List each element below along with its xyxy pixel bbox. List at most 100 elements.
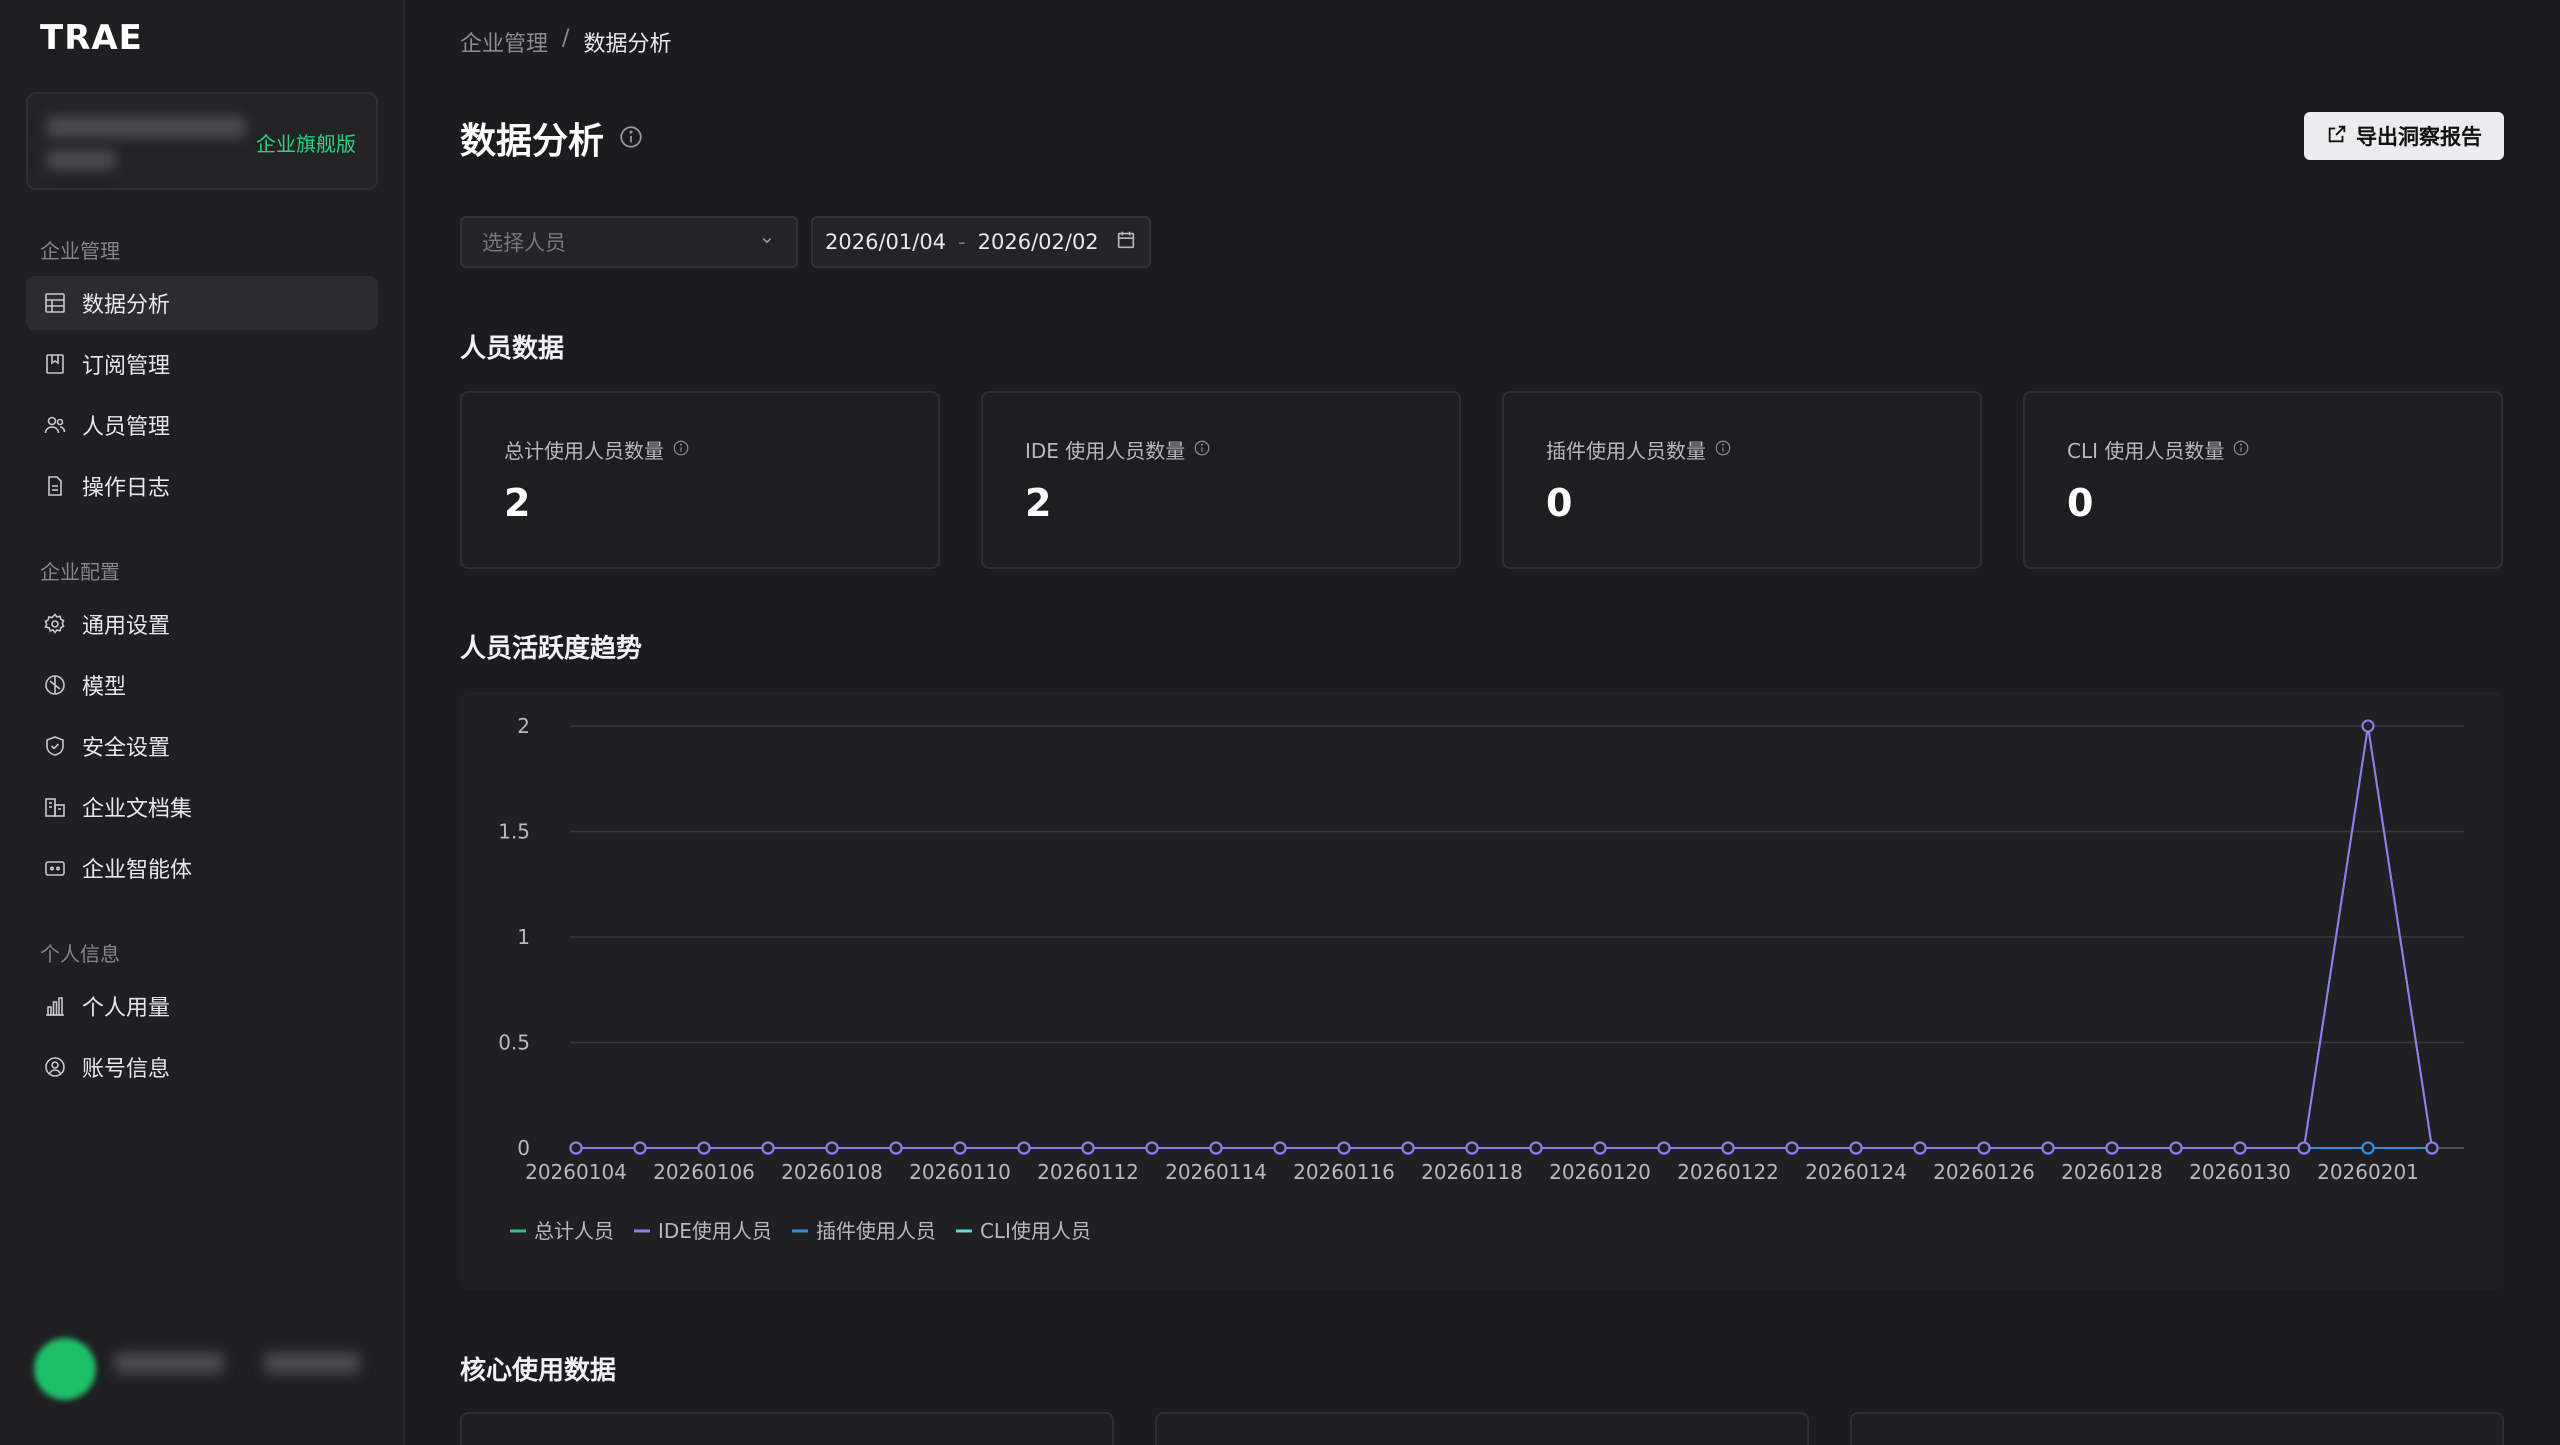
- sidebar-item-people[interactable]: 人员管理: [26, 398, 378, 452]
- person-select[interactable]: 选择人员: [460, 216, 798, 268]
- sidebar-item-label: 通用设置: [82, 614, 171, 639]
- data-point: [953, 1141, 967, 1155]
- x-tick-label: 20260126: [1933, 1160, 2035, 1184]
- data-point: [1977, 1141, 1991, 1155]
- data-point: [1145, 1141, 1159, 1155]
- sidebar-item-account[interactable]: 账号信息: [26, 1040, 378, 1094]
- info-icon[interactable]: [1193, 438, 1211, 462]
- date-range-picker[interactable]: 2026/01/04 - 2026/02/02: [811, 216, 1151, 268]
- x-tick-label: 20260116: [1293, 1160, 1395, 1184]
- breadcrumb-separator: /: [562, 26, 570, 51]
- sidebar-item-analytics[interactable]: 数据分析: [26, 276, 378, 330]
- user-sub-blurred: [264, 1352, 360, 1374]
- sidebar-item-subscription[interactable]: 订阅管理: [26, 337, 378, 391]
- calendar-icon: [1115, 229, 1137, 256]
- sidebar-item-label: 企业文档集: [82, 797, 193, 822]
- sidebar-item-security[interactable]: 安全设置: [26, 719, 378, 773]
- person-select-placeholder: 选择人员: [482, 231, 566, 255]
- sidebar-item-general-settings[interactable]: 通用设置: [26, 597, 378, 651]
- x-tick-label: 20260120: [1549, 1160, 1651, 1184]
- y-tick-label: 1.5: [498, 820, 530, 844]
- nav-section-personal: 个人信息: [40, 942, 120, 966]
- data-point: [1337, 1141, 1351, 1155]
- data-point: [1529, 1141, 1543, 1155]
- x-tick-label: 20260114: [1165, 1160, 1267, 1184]
- info-icon[interactable]: [2232, 438, 2250, 462]
- file-text-icon: [42, 473, 68, 499]
- trae-logo[interactable]: TRAE: [40, 18, 143, 58]
- x-tick-label: 20260122: [1677, 1160, 1779, 1184]
- users-icon: [42, 412, 68, 438]
- data-point: [1721, 1141, 1735, 1155]
- org-switcher[interactable]: 企业旗舰版: [26, 92, 378, 190]
- stat-label: IDE 使用人员数量: [1025, 435, 1211, 464]
- chart-svg: 0 0.5 1 1.5 2 20260104 20260106 20260108 2026011…: [498, 714, 2464, 1243]
- sidebar-item-docs[interactable]: 企业文档集: [26, 780, 378, 834]
- core-card: [1155, 1412, 1809, 1445]
- sidebar-item-model[interactable]: 模型: [26, 658, 378, 712]
- sidebar-item-label: 安全设置: [82, 736, 171, 761]
- org-sub-blurred: [46, 150, 116, 170]
- x-tick-label: 20260110: [909, 1160, 1011, 1184]
- data-point: [1785, 1141, 1799, 1155]
- legend-label: CLI使用人员: [980, 1219, 1091, 1243]
- data-point: [2105, 1141, 2119, 1155]
- core-card: [1850, 1412, 2504, 1445]
- legend-label: 插件使用人员: [816, 1219, 936, 1243]
- stat-label: CLI 使用人员数量: [2067, 435, 2250, 464]
- info-icon[interactable]: [1714, 438, 1732, 462]
- data-point: [1849, 1141, 1863, 1155]
- bookmark-icon: [42, 351, 68, 377]
- breadcrumb-parent[interactable]: 企业管理: [460, 26, 548, 58]
- breadcrumb-current: 数据分析: [583, 32, 672, 57]
- sidebar-item-label: 人员管理: [82, 415, 171, 440]
- breadcrumb: 企业管理 / 数据分析: [460, 26, 671, 58]
- data-point: [2233, 1141, 2247, 1155]
- activity-trend-chart: 0 0.5 1 1.5 2 20260104 20260106 20260108 2026011…: [460, 692, 2504, 1290]
- x-tick-label: 20260118: [1421, 1160, 1523, 1184]
- data-point: [2041, 1141, 2055, 1155]
- avatar: [34, 1338, 96, 1400]
- data-point: [2169, 1141, 2183, 1155]
- data-point: [2297, 1141, 2311, 1155]
- stat-card-total-users: 总计使用人员数量 2: [460, 391, 940, 569]
- sidebar: TRAE 企业旗舰版 企业管理 数据分析 订阅管理 人员管理 操作日志 企业配置: [0, 0, 405, 1445]
- sidebar-item-logs[interactable]: 操作日志: [26, 459, 378, 513]
- data-point: [1273, 1141, 1287, 1155]
- stat-value: 2: [504, 481, 531, 525]
- user-name-blurred: [114, 1352, 224, 1374]
- sidebar-item-label: 模型: [82, 675, 127, 700]
- date-start[interactable]: 2026/01/04: [825, 230, 946, 254]
- data-point: [825, 1141, 839, 1155]
- data-point: [2425, 1141, 2439, 1155]
- sidebar-item-usage[interactable]: 个人用量: [26, 979, 378, 1033]
- export-report-button[interactable]: 导出洞察报告: [2304, 112, 2504, 160]
- x-tick-label: 20260106: [653, 1160, 755, 1184]
- stat-label-text: IDE 使用人员数量: [1025, 439, 1186, 463]
- date-end[interactable]: 2026/02/02: [978, 230, 1099, 254]
- user-circle-icon: [42, 1054, 68, 1080]
- stat-card-plugin-users: 插件使用人员数量 0: [1502, 391, 1982, 569]
- stat-label-text: CLI 使用人员数量: [2067, 439, 2225, 463]
- stat-label: 总计使用人员数量: [504, 435, 690, 464]
- core-card: [460, 1412, 1114, 1445]
- y-tick-label: 0.5: [498, 1031, 530, 1055]
- date-separator: -: [958, 230, 966, 254]
- user-profile[interactable]: [34, 1338, 374, 1402]
- external-link-icon: [2326, 123, 2348, 150]
- export-report-label: 导出洞察报告: [2356, 125, 2482, 149]
- sidebar-item-agents[interactable]: 企业智能体: [26, 841, 378, 895]
- x-tick-label: 20260104: [525, 1160, 627, 1184]
- x-tick-label: 20260201: [2317, 1160, 2419, 1184]
- nav-section-enterprise: 企业管理: [40, 239, 120, 263]
- info-icon[interactable]: [618, 118, 644, 159]
- model-icon: [42, 672, 68, 698]
- sidebar-item-label: 数据分析: [82, 293, 171, 318]
- y-tick-label: 2: [517, 714, 530, 738]
- x-tick-label: 20260112: [1037, 1160, 1139, 1184]
- sidebar-item-label: 个人用量: [82, 996, 171, 1021]
- info-icon[interactable]: [672, 438, 690, 462]
- page-title-text: 数据分析: [460, 121, 605, 162]
- data-point: [633, 1141, 647, 1155]
- table-icon: [42, 290, 68, 316]
